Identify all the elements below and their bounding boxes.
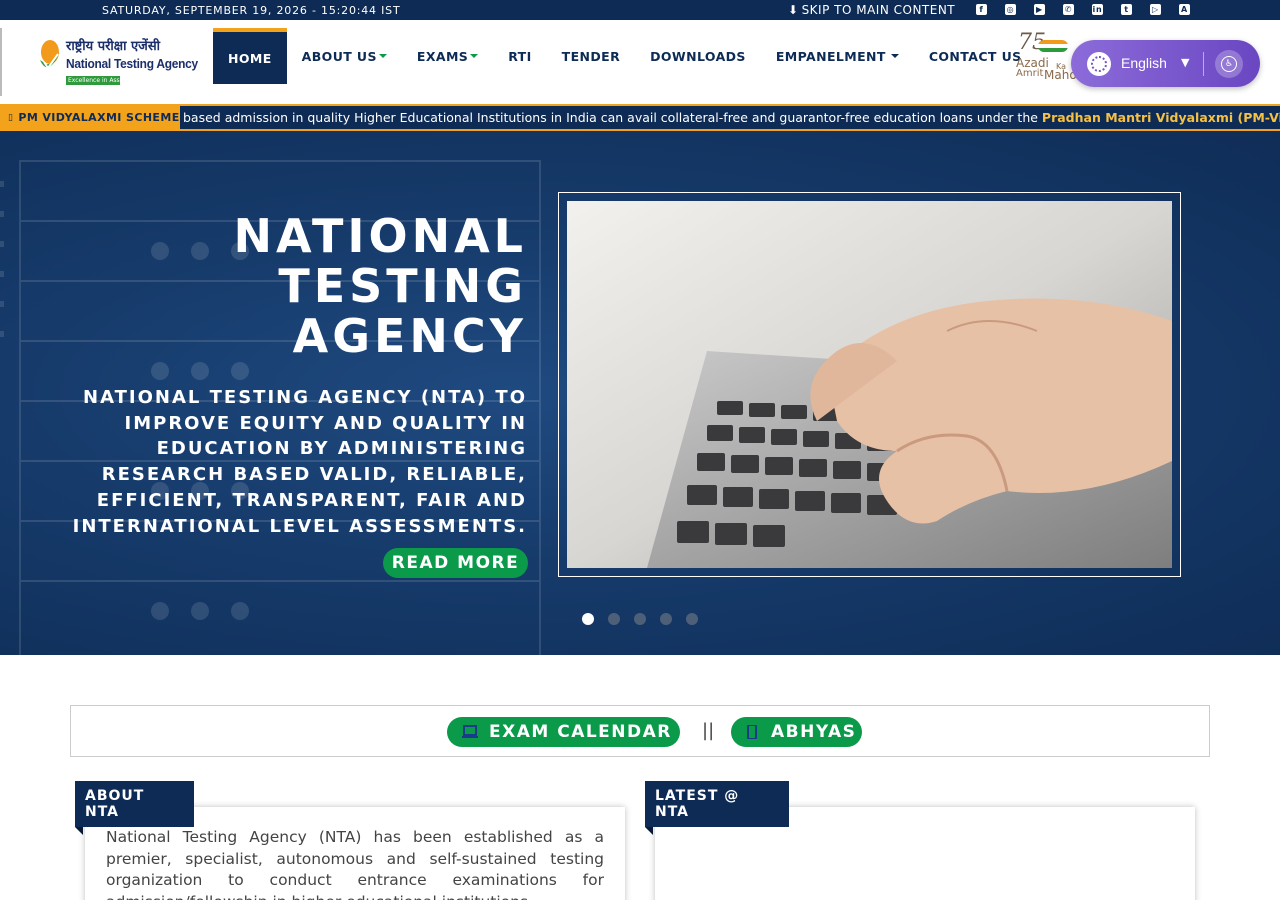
nta-logo[interactable]: राष्ट्रीय परीक्षा एजेंसी National Testin… [38,36,198,92]
carousel-dot[interactable] [686,613,698,625]
logo-english-text: National Testing Agency [66,56,198,71]
hero-image-laptop-typing [567,201,1172,568]
mobile-icon [747,725,757,739]
hero-subtitle: NATIONAL TESTING AGENCY (NTA) TO IMPROVE… [72,387,527,537]
site-header: राष्ट्रीय परीक्षा एजेंसी National Testin… [0,20,1280,104]
facebook-icon[interactable]: f [976,4,987,15]
instagram-icon[interactable]: ◎ [1005,4,1016,15]
about-nta-text: National Testing Agency (NTA) has been e… [106,828,604,900]
quick-links-bar: EXAM CALENDAR || ABHYAS [70,705,1210,757]
whatsapp-icon[interactable]: ✆ [1063,4,1074,15]
nav-empanelment[interactable]: EMPANELMENT [761,28,914,84]
arrow-down-icon: ⬇ [788,3,799,17]
language-label: English [1121,55,1167,71]
nav-downloads[interactable]: DOWNLOADS [635,28,761,84]
google-play-icon[interactable]: ▷ [1150,4,1161,15]
dropdown-arrow-icon: ▼ [1181,56,1190,69]
bookmark-icon: ▯ [8,112,14,123]
ticker-highlight: Pradhan Mantri Vidyalaxmi (PM-Vidyalaxmi… [1041,110,1280,125]
read-more-button[interactable]: READ MORE [383,548,528,578]
social-links: f ◎ ▶ ✆ in t ▷ A [976,4,1190,15]
carousel-dot[interactable] [582,613,594,625]
accessibility-icon: ♿ [1221,56,1237,72]
carousel-indicators [582,613,698,625]
ticker-tag[interactable]: ▯ PM VIDYALAXMI SCHEME [0,106,180,129]
skip-to-main-link[interactable]: ⬇ SKIP TO MAIN CONTENT [788,3,955,17]
exam-calendar-button[interactable]: EXAM CALENDAR [447,717,680,747]
logo-hindi-text: राष्ट्रीय परीक्षा एजेंसी [66,39,160,54]
youtube-icon[interactable]: ▶ [1034,4,1045,15]
separator: || [702,720,715,741]
accessibility-button[interactable]: ♿ [1215,50,1243,78]
news-ticker: ▯ PM VIDYALAXMI SCHEME based admission i… [0,104,1280,131]
carousel-dot[interactable] [634,613,646,625]
current-datetime: SATURDAY, SEPTEMBER 19, 2026 - 15:20:44 … [102,4,401,17]
flag-icon [1038,40,1068,52]
nta-emblem-icon [40,40,60,70]
carousel-dot[interactable] [608,613,620,625]
latest-nta-heading: LATEST @ NTA [645,781,789,835]
skip-label: SKIP TO MAIN CONTENT [801,3,956,17]
caret-down-icon [378,54,387,58]
language-selector[interactable]: English ▼ ♿ [1071,40,1260,87]
app-store-icon[interactable]: A [1179,4,1190,15]
ticker-message[interactable]: based admission in quality Higher Educat… [183,110,1280,125]
caret-down-icon [890,54,899,58]
nav-about-us[interactable]: ABOUT US [287,28,402,84]
caret-down-icon [470,54,479,58]
hero-carousel: NATIONAL TESTING AGENCY NATIONAL TESTING… [0,131,1280,655]
hero-image-frame [558,192,1181,577]
laptop-icon [462,725,478,738]
header-edge [0,28,2,96]
nav-home[interactable]: HOME [213,28,287,84]
twitter-icon[interactable]: t [1121,4,1132,15]
abhyas-button[interactable]: ABHYAS [731,717,862,747]
linkedin-icon[interactable]: in [1092,4,1103,15]
nav-tender[interactable]: TENDER [547,28,635,84]
about-nta-heading: ABOUT NTA [75,781,194,835]
carousel-dot[interactable] [660,613,672,625]
nav-exams[interactable]: EXAMS [402,28,493,84]
translate-globe-icon [1087,52,1111,76]
hero-title: NATIONAL TESTING AGENCY [233,209,527,363]
logo-tagline: Excellence in Assessment [66,76,120,85]
main-nav: HOME ABOUT US EXAMS RTI TENDER DOWNLOADS… [213,28,1037,84]
top-utility-bar: SATURDAY, SEPTEMBER 19, 2026 - 15:20:44 … [0,0,1280,20]
nav-rti[interactable]: RTI [493,28,546,84]
